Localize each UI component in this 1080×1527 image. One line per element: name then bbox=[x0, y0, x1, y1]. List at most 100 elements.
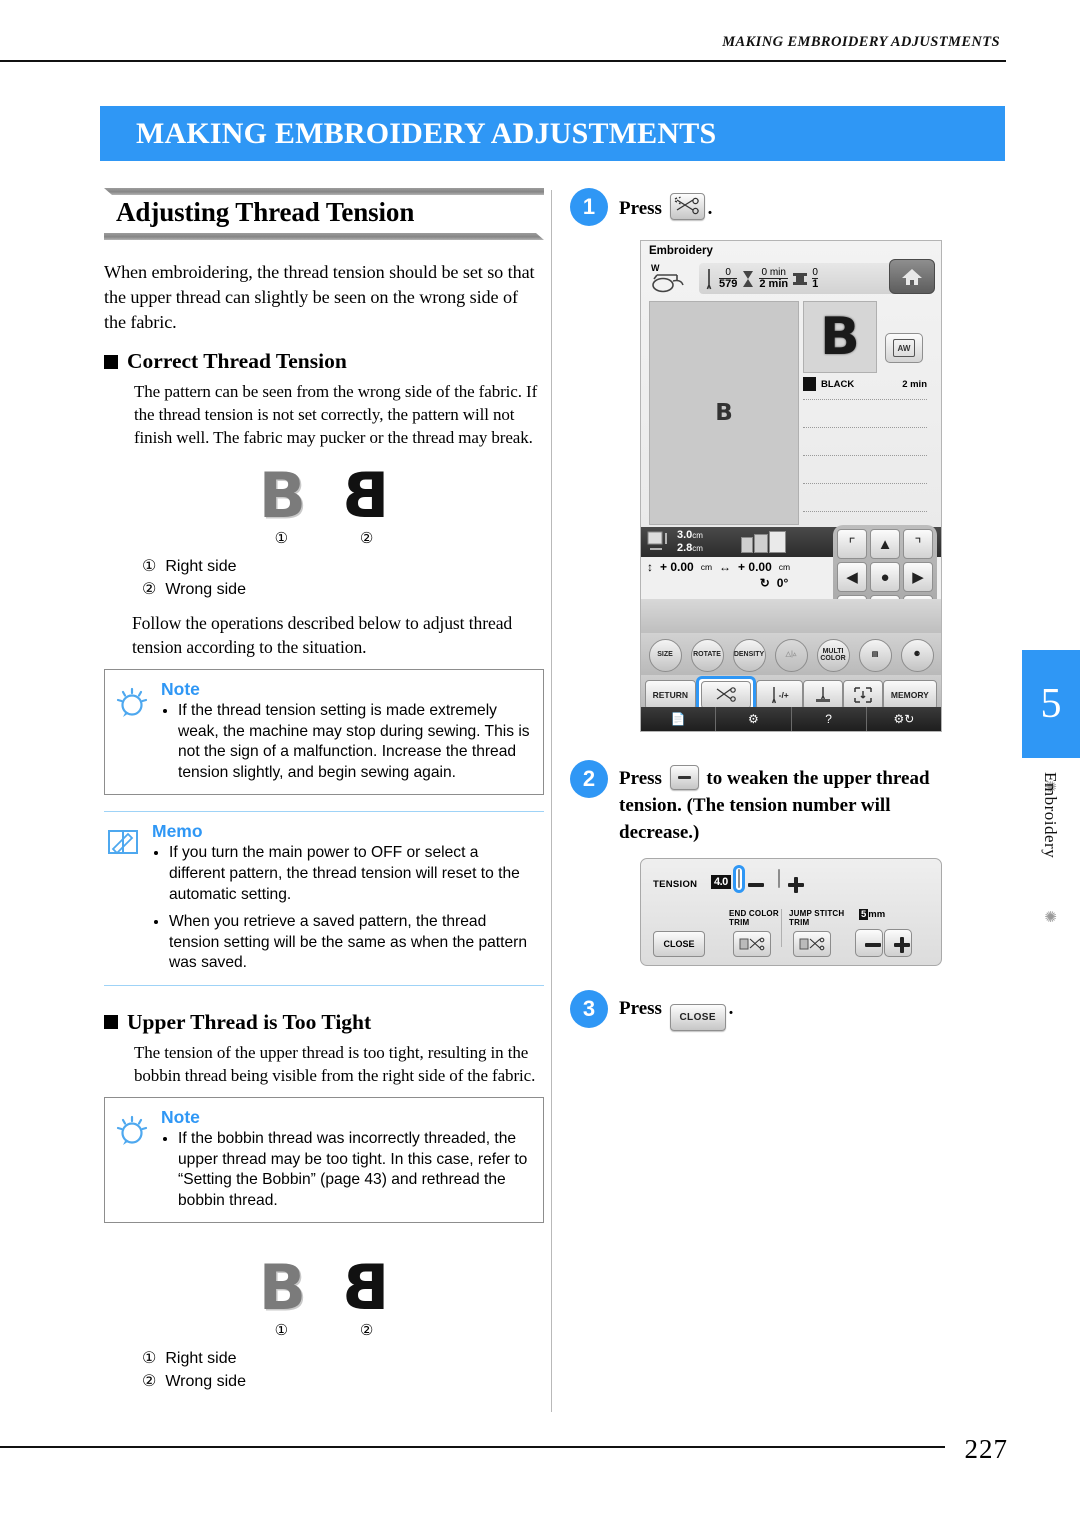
step-1-press-label: Press bbox=[619, 198, 662, 219]
ornament-icon: ✺ bbox=[1044, 909, 1057, 926]
jump-plus-button[interactable] bbox=[884, 929, 912, 957]
jump-stitch-trim-label: JUMP STITCH TRIM bbox=[789, 909, 845, 927]
jump-stitch-trim-button[interactable] bbox=[793, 931, 831, 957]
trial-button[interactable] bbox=[842, 680, 883, 710]
thread-trim-scissors-icon[interactable] bbox=[669, 193, 705, 220]
memory-button[interactable]: MEMORY bbox=[882, 680, 937, 710]
center-button[interactable]: ● bbox=[870, 562, 900, 592]
chapter-banner: MAKING EMBROIDERY ADJUSTMENTS bbox=[100, 106, 1005, 161]
subsection-heading-text: Upper Thread is Too Tight bbox=[127, 1009, 372, 1034]
help-icon[interactable]: ? bbox=[792, 707, 867, 731]
tension-dialog: TENSION 4.0 END COLOR TRIM JUMP STITCH T… bbox=[640, 858, 942, 966]
return-button[interactable]: RETURN bbox=[645, 680, 696, 710]
step-2-line2: tension. (The tension number will bbox=[619, 795, 891, 816]
needle-step-button[interactable]: -/+ bbox=[755, 680, 803, 710]
step-2-text-after: to weaken the upper thread bbox=[706, 768, 930, 789]
manual-icon[interactable]: 📄 bbox=[641, 707, 717, 731]
arrow-up-button[interactable]: ▲ bbox=[870, 529, 900, 559]
footer-rule bbox=[0, 1446, 945, 1448]
color-time: 2 min bbox=[902, 378, 927, 390]
note-list-2: If the bobbin thread was incorrectly thr… bbox=[161, 1129, 533, 1211]
running-header: MAKING EMBROIDERY ADJUSTMENTS bbox=[722, 34, 1000, 50]
corner-top-right-button[interactable]: ⌝ bbox=[903, 529, 933, 559]
time-info: 0 min 2 min bbox=[759, 267, 789, 290]
end-color-trim-button[interactable] bbox=[733, 931, 771, 957]
figure-legend-1: ① Right side ② Wrong side bbox=[142, 555, 544, 601]
corner-top-left-button[interactable]: ⌜ bbox=[837, 529, 867, 559]
legend-number: ① bbox=[142, 1350, 157, 1368]
note-title-1: Note bbox=[161, 679, 200, 699]
subsection-correct-thread-tension: Correct Thread Tension bbox=[104, 349, 544, 374]
thread-button[interactable]: ⚈ bbox=[900, 638, 934, 672]
mirror-button[interactable]: △|▵ bbox=[774, 638, 808, 672]
b-glyph-right-side: B bbox=[258, 459, 306, 532]
arrow-right-button[interactable]: ▶ bbox=[903, 562, 933, 592]
subsection-2-body: The tension of the upper thread is too t… bbox=[134, 1041, 544, 1087]
step-3-period: . bbox=[728, 998, 734, 1019]
color-count: 0 1 bbox=[812, 267, 819, 290]
color-list-row: BLACK 2 min bbox=[803, 377, 927, 391]
trim-scissors-icon bbox=[799, 937, 825, 951]
scissors-svg bbox=[674, 196, 699, 215]
multi-color-button[interactable]: MULTI COLOR bbox=[816, 638, 850, 672]
size-button[interactable]: SIZE bbox=[648, 638, 682, 672]
subsection-upper-thread-too-tight: Upper Thread is Too Tight bbox=[104, 1010, 544, 1035]
tension-minus-button[interactable] bbox=[738, 869, 740, 888]
size-width: 3.0 bbox=[677, 529, 693, 541]
tension-value: 4.0 bbox=[711, 875, 731, 889]
needle-position-button[interactable] bbox=[802, 680, 843, 710]
aw-label: AW bbox=[893, 339, 915, 357]
rotate-button[interactable]: ROTATE bbox=[690, 638, 724, 672]
correct-tension-paragraph: The pattern can be seen from the wrong s… bbox=[134, 382, 538, 447]
tension-close-button[interactable]: CLOSE bbox=[653, 931, 705, 957]
chapter-tab: 5 bbox=[1022, 650, 1080, 758]
bobbin-button[interactable]: ▤ bbox=[858, 638, 892, 672]
section-rule-top bbox=[104, 188, 544, 195]
step-1-number: 1 bbox=[570, 188, 608, 226]
step-2: 2 Press to weaken the upper thread tensi… bbox=[570, 760, 990, 846]
note-title-2: Note bbox=[161, 1106, 200, 1127]
jump-length-value: 5 mm bbox=[859, 909, 885, 920]
embroidery-canvas[interactable]: B bbox=[649, 301, 799, 525]
hoop-large bbox=[768, 531, 786, 553]
arrow-left-button[interactable]: ◀ bbox=[837, 562, 867, 592]
needle-icon bbox=[771, 687, 776, 704]
right-column: 1 Press . Embroidery W 0 579 0 min 2 min… bbox=[570, 188, 990, 1037]
intro-paragraph: When embroidering, the thread tension sh… bbox=[104, 262, 535, 332]
minus-icon[interactable] bbox=[669, 765, 699, 790]
size-height: 2.8 bbox=[677, 542, 693, 554]
column-divider bbox=[551, 190, 552, 1412]
b-glyph-wrong-side: B bbox=[344, 1251, 390, 1325]
home-icon[interactable] bbox=[889, 259, 935, 294]
legend-label: Right side bbox=[165, 558, 237, 575]
memo-item: When you retrieve a saved pattern, the t… bbox=[169, 912, 534, 974]
density-button[interactable]: DENSITY bbox=[732, 638, 766, 672]
size-width-unit: cm bbox=[692, 531, 703, 540]
legend-number: ① bbox=[142, 558, 157, 575]
trim-scissors-icon bbox=[739, 937, 765, 951]
machine-setting-icon[interactable]: ⚙ bbox=[716, 707, 792, 731]
trim-divider bbox=[781, 909, 782, 947]
close-key-icon[interactable]: CLOSE bbox=[669, 1004, 726, 1031]
stitch-count: 0 579 bbox=[719, 267, 738, 290]
time-total: 2 min bbox=[759, 278, 789, 290]
tension-plus-button[interactable] bbox=[778, 869, 780, 888]
auto-width-button[interactable]: AW bbox=[885, 333, 923, 363]
memo-item: If you turn the main power to OFF or sel… bbox=[169, 843, 534, 905]
thread-trim-button[interactable] bbox=[700, 681, 751, 709]
rotation-value: 0° bbox=[776, 576, 789, 590]
needle-info-icon[interactable]: ⚙↻ bbox=[867, 707, 941, 731]
svg-text:W: W bbox=[651, 263, 660, 273]
step-3-press-label: Press bbox=[619, 998, 662, 1019]
stitch-current: 0 bbox=[725, 267, 731, 278]
bullet-square-icon bbox=[104, 354, 118, 369]
rotate-icon: ↻ bbox=[759, 576, 770, 590]
stitch-total: 579 bbox=[719, 278, 738, 290]
jump-minus-button[interactable] bbox=[855, 929, 883, 957]
legend-item: ② Wrong side bbox=[142, 578, 544, 601]
legend-label: Wrong side bbox=[165, 1373, 246, 1391]
needle-step-label: -/+ bbox=[778, 690, 789, 700]
bullet-square-icon bbox=[104, 1015, 118, 1030]
size-height-unit: cm bbox=[692, 544, 703, 553]
memo-section: Memo If you turn the main power to OFF o… bbox=[104, 811, 544, 986]
